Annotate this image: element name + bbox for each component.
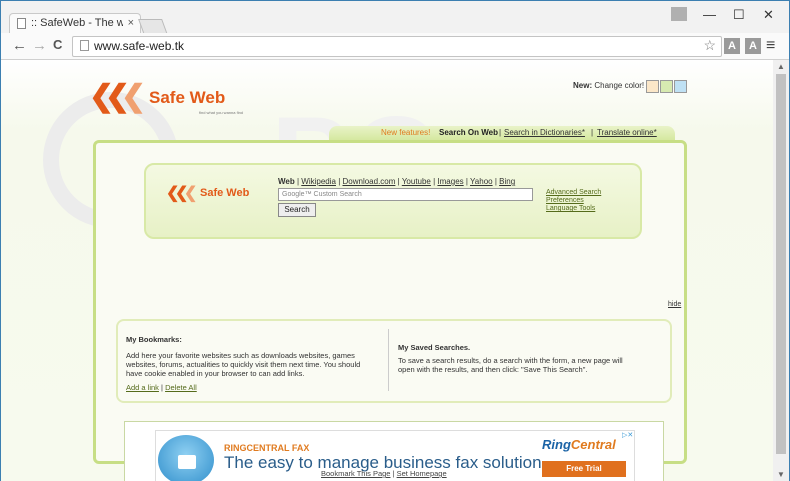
search-engine-links: Web | Wikipedia | Download.com | Youtube…: [278, 177, 516, 186]
printer-icon: [178, 455, 196, 469]
delete-all-button[interactable]: Delete All: [165, 383, 197, 392]
search-logo: ❮ ❮ ❮ Safe Web: [166, 183, 266, 207]
change-color-text: Change color!: [592, 81, 645, 90]
vertical-scrollbar[interactable]: ▲ ▼: [773, 60, 789, 481]
engine-youtube[interactable]: Youtube: [402, 177, 431, 186]
browser-window: :: SafeWeb - The web neve × — ☐ ✕ ← → C …: [0, 0, 790, 481]
search-mode-tabs: New features! Search On Web | Search in …: [329, 126, 675, 140]
minimize-button[interactable]: —: [703, 7, 716, 22]
close-window-button[interactable]: ✕: [763, 7, 774, 23]
reload-button[interactable]: C: [53, 37, 62, 52]
page-favicon-icon: [17, 18, 26, 29]
bookmark-star-icon[interactable]: ☆: [703, 37, 716, 54]
saved-searches-description: To save a search results, do a search wi…: [398, 356, 623, 374]
engine-web[interactable]: Web: [278, 177, 295, 186]
color-swatch-green[interactable]: [660, 80, 673, 93]
chrome-menu-icon[interactable]: ≡: [766, 37, 775, 55]
color-swatch-blue[interactable]: [674, 80, 687, 93]
bookmarks-title: My Bookmarks:: [126, 335, 182, 344]
scroll-up-icon[interactable]: ▲: [777, 62, 785, 71]
advanced-search-link[interactable]: Advanced Search: [546, 189, 601, 197]
color-swatch-peach[interactable]: [646, 80, 659, 93]
change-color-label: New: Change color!: [573, 81, 644, 90]
search-panel: ❮ ❮ ❮ Safe Web Web | Wikipedia | Downloa…: [144, 163, 642, 239]
browser-toolbar: ← → C www.safe-web.tk ☆ A A ≡: [1, 33, 789, 60]
ringcentral-logo-central: Central: [570, 437, 616, 452]
main-panel: ❮ ❮ ❮ Safe Web Web | Wikipedia | Downloa…: [93, 140, 687, 481]
engine-bing[interactable]: Bing: [499, 177, 515, 186]
preferences-link[interactable]: Preferences: [546, 197, 601, 205]
bookmark-page-link[interactable]: Bookmark This Page: [321, 469, 390, 478]
search-logo-text: Safe Web: [200, 187, 250, 199]
fax-circle-icon: [158, 435, 214, 481]
engine-images[interactable]: Images: [437, 177, 463, 186]
extension-b-icon[interactable]: A: [745, 38, 761, 54]
address-bar[interactable]: www.safe-web.tk ☆: [72, 36, 722, 57]
page-footer: Bookmark This Page | Set Homepage: [321, 469, 447, 478]
scroll-down-icon[interactable]: ▼: [777, 470, 785, 479]
engine-wikipedia[interactable]: Wikipedia: [301, 177, 336, 186]
language-tools-link[interactable]: Language Tools: [546, 205, 601, 213]
ringcentral-logo-ring: Ring: [542, 437, 571, 452]
logo-text: Safe Web: [149, 88, 226, 107]
my-bookmarks-section: My Bookmarks: Add here your favorite web…: [126, 335, 376, 392]
bookmarks-description: Add here your favorite websites such as …: [126, 351, 361, 378]
saved-searches-section: My Saved Searches. To save a search resu…: [398, 343, 638, 374]
engine-yahoo[interactable]: Yahoo: [470, 177, 493, 186]
search-button[interactable]: Search: [278, 203, 316, 217]
logo-tagline: find what you wanna find: [199, 110, 244, 115]
user-profile-icon[interactable]: [671, 7, 687, 21]
add-link-button[interactable]: Add a link: [126, 383, 159, 392]
page-icon: [80, 40, 89, 51]
ad-headline: RINGCENTRAL FAX: [224, 443, 310, 453]
tab-title: :: SafeWeb - The web neve: [31, 17, 123, 29]
title-bar: :: SafeWeb - The web neve × — ☐ ✕: [1, 1, 789, 35]
logo-chevron-icon: ❮: [184, 185, 198, 202]
engine-download[interactable]: Download.com: [343, 177, 396, 186]
url-text[interactable]: www.safe-web.tk: [94, 39, 184, 53]
forward-button[interactable]: →: [32, 37, 47, 54]
back-button[interactable]: ←: [12, 37, 27, 54]
section-divider: [388, 329, 389, 391]
free-trial-button[interactable]: Free Trial: [542, 461, 626, 477]
ringcentral-logo: RingCentral: [542, 437, 616, 452]
new-features-label: New features!: [381, 128, 431, 137]
safeweb-logo[interactable]: ❮ ❮ ❮ Safe Web find what you wanna find: [89, 80, 259, 120]
logo-chevron-icon: ❮: [121, 80, 147, 113]
search-input[interactable]: Google™ Custom Search: [278, 188, 533, 201]
tab-close-icon[interactable]: ×: [128, 14, 134, 33]
new-label: New:: [573, 81, 593, 90]
saved-searches-title: My Saved Searches.: [398, 343, 471, 352]
browser-tab[interactable]: :: SafeWeb - The web neve ×: [9, 13, 141, 34]
search-options-links: Advanced Search Preferences Language Too…: [546, 189, 601, 213]
set-homepage-link[interactable]: Set Homepage: [397, 469, 447, 478]
page-content: PC risk.com ❮ ❮ ❮ Safe Web find what you…: [1, 60, 773, 481]
extension-a-icon[interactable]: A: [724, 38, 740, 54]
maximize-button[interactable]: ☐: [733, 7, 745, 23]
tab-translate-online[interactable]: Translate online*: [597, 126, 657, 140]
tab-search-on-web[interactable]: Search On Web: [439, 126, 498, 140]
hide-link[interactable]: hide: [668, 301, 681, 308]
scrollbar-thumb[interactable]: [776, 74, 786, 454]
adchoices-icon[interactable]: ▷✕: [622, 431, 633, 439]
bookmarks-panel: My Bookmarks: Add here your favorite web…: [116, 319, 672, 403]
tab-search-dictionaries[interactable]: Search in Dictionaries*: [504, 126, 585, 140]
